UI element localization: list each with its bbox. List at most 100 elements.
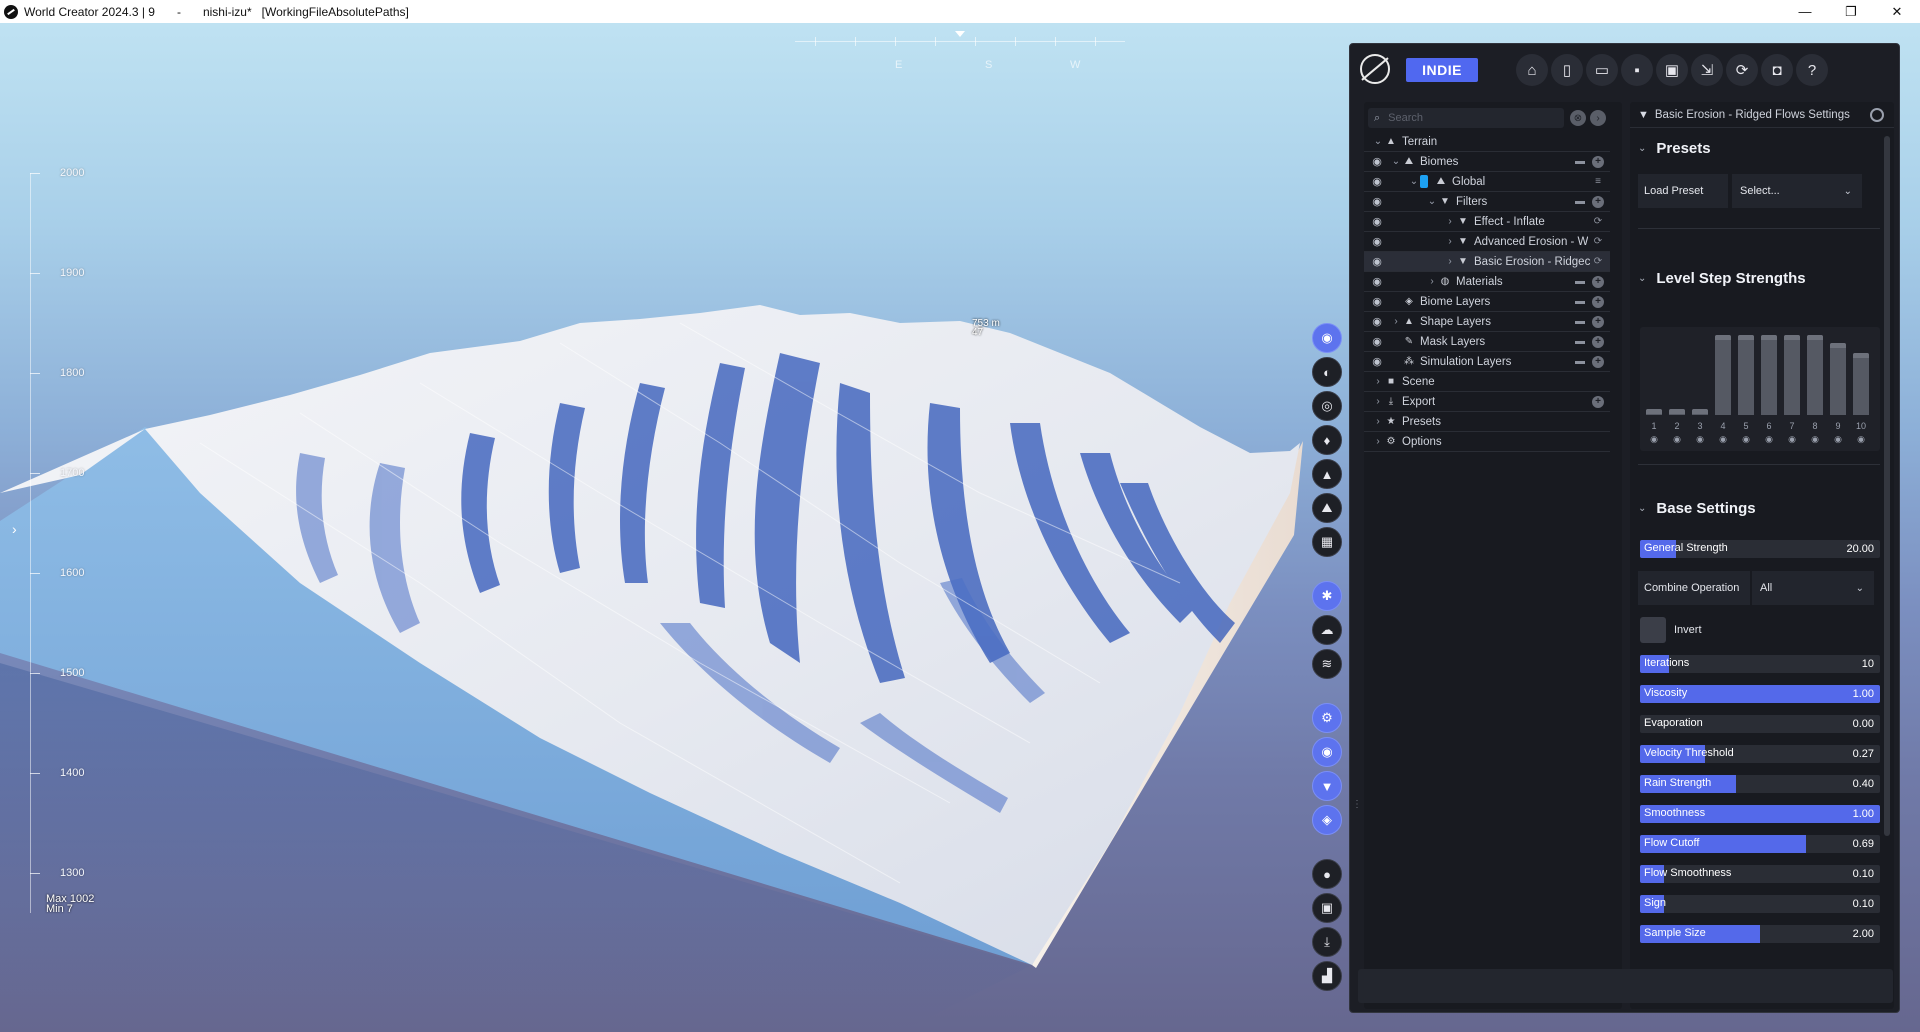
level-visibility-eye-icon[interactable]: ◉ <box>1853 434 1869 445</box>
level-visibility-eye-icon[interactable]: ◉ <box>1715 434 1731 445</box>
folder-icon[interactable]: ▬ <box>1574 356 1586 368</box>
water-icon[interactable]: ≋ <box>1312 649 1342 679</box>
add-icon[interactable]: + <box>1592 335 1604 348</box>
level-visibility-eye-icon[interactable]: ◉ <box>1784 434 1800 445</box>
folder-icon[interactable]: ▬ <box>1574 316 1586 328</box>
tree-item[interactable]: ◉ ⁂ Simulation Layers + ▬ <box>1364 352 1610 372</box>
level-visibility-eye-icon[interactable]: ◉ <box>1646 434 1662 445</box>
add-icon[interactable]: + <box>1592 315 1604 328</box>
grid-icon[interactable]: ▦ <box>1312 527 1342 557</box>
level-step-bar[interactable] <box>1692 409 1708 415</box>
visibility-eye-icon[interactable]: ◉ <box>1370 355 1384 368</box>
visibility-eye-icon[interactable]: ◉ <box>1370 235 1384 248</box>
visibility-eye-icon[interactable]: ◉ <box>1370 155 1384 168</box>
add-icon[interactable]: + <box>1592 275 1604 288</box>
target-icon[interactable]: ◎ <box>1312 391 1342 421</box>
tree-item[interactable]: › ■ Scene <box>1364 372 1610 392</box>
clear-search-icon[interactable]: ⊗ <box>1570 110 1586 126</box>
layers-icon[interactable]: ◈ <box>1312 805 1342 835</box>
add-icon[interactable]: + <box>1592 155 1604 168</box>
settings-icon[interactable]: ⚙ <box>1312 703 1342 733</box>
expand-chevron-icon[interactable]: › <box>1372 396 1384 407</box>
level-step-bar[interactable] <box>1669 409 1685 415</box>
general-strength-slider[interactable]: General Strength 20.00 <box>1640 540 1880 558</box>
image-icon[interactable]: ▣ <box>1312 893 1342 923</box>
visibility-eye-icon[interactable]: ◉ <box>1370 315 1384 328</box>
level-step-bar[interactable] <box>1738 335 1754 415</box>
expand-chevron-icon[interactable]: › <box>1444 236 1456 247</box>
expand-chevron-icon[interactable]: › <box>1372 436 1384 447</box>
sync-icon[interactable]: ⟳ <box>1726 54 1758 86</box>
tree-item[interactable]: ◉ ⌄ ⛰ Biomes + ▬ <box>1364 152 1610 172</box>
tree-item[interactable]: › ★ Presets <box>1364 412 1610 432</box>
level-visibility-eye-icon[interactable]: ◉ <box>1692 434 1708 445</box>
expand-chevron-icon[interactable]: ⌄ <box>1426 196 1438 207</box>
tree-item[interactable]: › ⚙ Options <box>1364 432 1610 452</box>
tree-item[interactable]: ◉ › ▼ Basic Erosion - Ridgec ⟳ <box>1364 252 1610 272</box>
param-slider[interactable]: Smoothness 1.00 <box>1640 805 1880 823</box>
visibility-eye-icon[interactable]: ◉ <box>1370 255 1384 268</box>
biome-color-swatch[interactable] <box>1420 175 1428 188</box>
level-steps-section-header[interactable]: ⌄ Level Step Strengths <box>1638 270 1806 287</box>
globe-icon[interactable]: ◐ <box>1312 357 1342 387</box>
tree-item[interactable]: ◉ › ▼ Effect - Inflate ⟳ <box>1364 212 1610 232</box>
add-icon[interactable]: + <box>1592 295 1604 308</box>
flame-icon[interactable]: ♦ <box>1312 425 1342 455</box>
level-step-chart[interactable]: 1 ◉ 2 ◉ 3 ◉ 4 ◉ 5 ◉ 6 ◉ 7 ◉ 8 ◉ 9 ◉ 10 ◉ <box>1640 327 1880 451</box>
level-step-bar[interactable] <box>1715 335 1731 415</box>
help-icon[interactable]: ? <box>1796 54 1828 86</box>
invert-checkbox[interactable] <box>1640 617 1666 643</box>
combine-operation-select[interactable]: All ⌄ <box>1752 571 1874 605</box>
param-slider[interactable]: Viscosity 1.00 <box>1640 685 1880 703</box>
tree-item[interactable]: ◉ ⌄ ▼ Filters + ▬ <box>1364 192 1610 212</box>
tree-item[interactable]: ◉ › ▼ Advanced Erosion - W ⟳ <box>1364 232 1610 252</box>
folder-icon[interactable]: ▬ <box>1574 296 1586 308</box>
stack-icon[interactable]: ≡ <box>1592 176 1604 188</box>
visibility-eye-icon[interactable]: ◉ <box>1370 275 1384 288</box>
download-icon[interactable]: ⤓ <box>1312 927 1342 957</box>
level-step-bar[interactable] <box>1830 343 1846 415</box>
home-icon[interactable]: ⌂ <box>1516 54 1548 86</box>
visibility-eye-icon[interactable]: ◉ <box>1370 335 1384 348</box>
tree-item[interactable]: ⌄ ▲ Terrain <box>1364 132 1610 152</box>
settings-scrollbar[interactable] <box>1884 136 1890 836</box>
eye-icon[interactable]: ◉ <box>1312 737 1342 767</box>
param-slider[interactable]: Sign 0.10 <box>1640 895 1880 913</box>
tree-item[interactable]: › ⤓ Export + <box>1364 392 1610 412</box>
expand-chevron-icon[interactable]: › <box>1372 416 1384 427</box>
visibility-eye-icon[interactable]: ◉ <box>1370 295 1384 308</box>
sync-icon[interactable]: ⟳ <box>1592 236 1604 248</box>
level-step-bar[interactable] <box>1807 335 1823 415</box>
expand-chevron-icon[interactable]: › <box>1444 256 1456 267</box>
expand-chevron-icon[interactable]: › <box>1372 376 1384 387</box>
visibility-eye-icon[interactable]: ◉ <box>1370 215 1384 228</box>
folder-icon[interactable]: ▬ <box>1574 156 1586 168</box>
camera-icon[interactable]: ◘ <box>1761 54 1793 86</box>
landscape-icon[interactable]: ⛰ <box>1312 493 1342 523</box>
close-button[interactable]: ✕ <box>1874 0 1920 23</box>
export-icon[interactable]: ⇲ <box>1691 54 1723 86</box>
save-icon[interactable]: ▪ <box>1621 54 1653 86</box>
param-slider[interactable]: Rain Strength 0.40 <box>1640 775 1880 793</box>
level-step-bar[interactable] <box>1646 409 1662 415</box>
expand-all-icon[interactable]: › <box>1590 110 1606 126</box>
expand-chevron-icon[interactable]: › <box>1444 216 1456 227</box>
presets-section-header[interactable]: ⌄ Presets <box>1638 140 1711 157</box>
level-visibility-eye-icon[interactable]: ◉ <box>1738 434 1754 445</box>
visibility-eye-icon[interactable]: ◉ <box>1370 195 1384 208</box>
settings-toggle-icon[interactable] <box>1870 108 1884 122</box>
level-step-bar[interactable] <box>1761 335 1777 415</box>
mountain-icon[interactable]: ▲ <box>1312 459 1342 489</box>
expand-chevron-icon[interactable]: ⌄ <box>1408 176 1420 187</box>
expand-chevron-icon[interactable]: › <box>1426 276 1438 287</box>
param-slider[interactable]: Flow Cutoff 0.69 <box>1640 835 1880 853</box>
open-folder-icon[interactable]: ▭ <box>1586 54 1618 86</box>
record-icon[interactable]: ● <box>1312 859 1342 889</box>
param-slider[interactable]: Velocity Threshold 0.27 <box>1640 745 1880 763</box>
preset-select[interactable]: Select... ⌄ <box>1732 174 1862 208</box>
level-step-bar[interactable] <box>1784 335 1800 415</box>
resize-handle-icon[interactable]: ⋮ <box>1352 800 1362 810</box>
cloud-icon[interactable]: ☁ <box>1312 615 1342 645</box>
visibility-eye-icon[interactable]: ◉ <box>1370 175 1384 188</box>
add-icon[interactable]: + <box>1592 355 1604 368</box>
